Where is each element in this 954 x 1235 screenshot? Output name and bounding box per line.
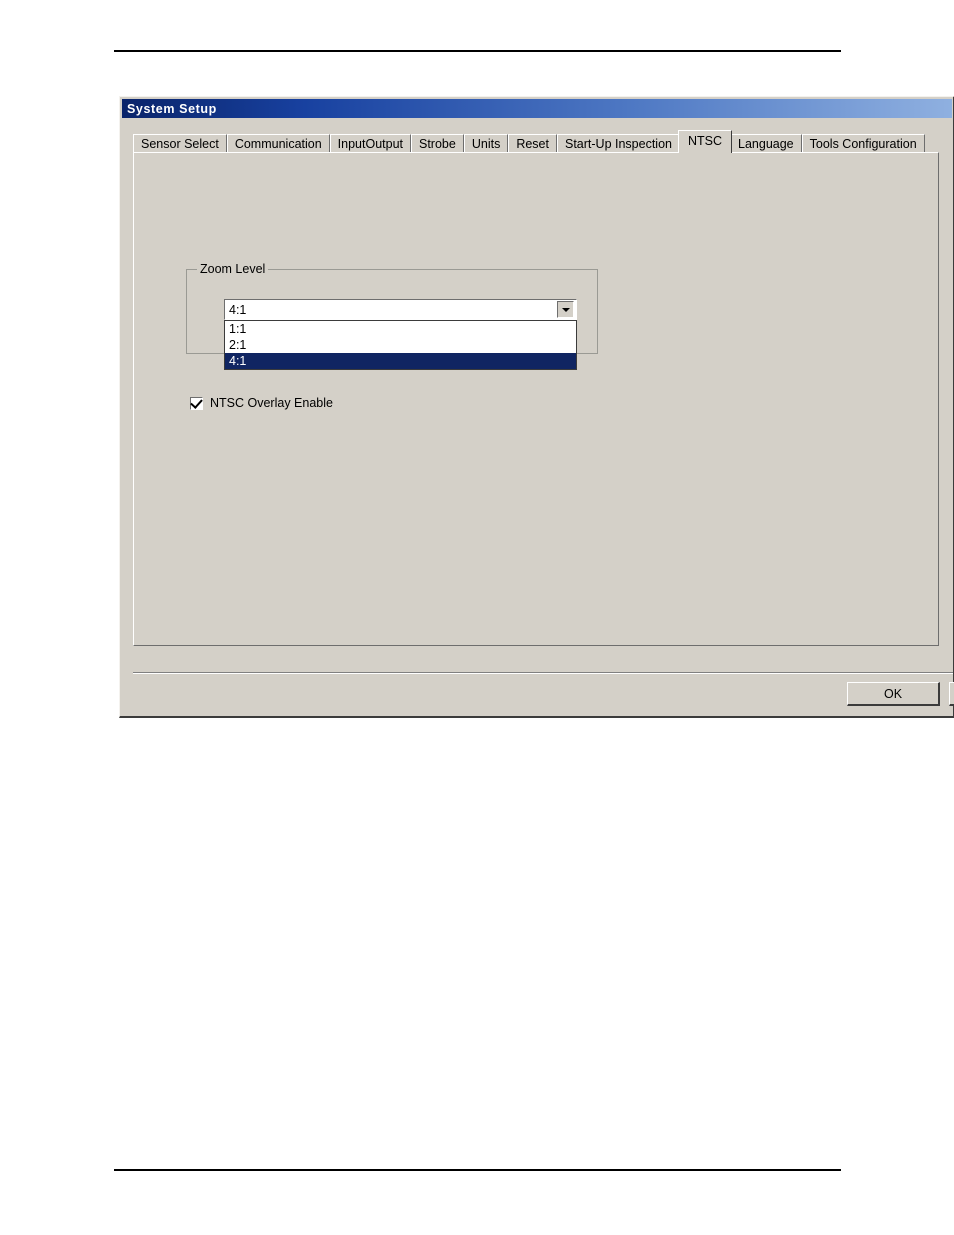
tab-reset[interactable]: Reset — [508, 134, 557, 153]
tab-label: Reset — [516, 137, 549, 151]
tab-strip: Sensor Select Communication InputOutput … — [133, 130, 953, 153]
tab-communication[interactable]: Communication — [226, 134, 330, 153]
ok-button[interactable]: OK — [847, 682, 940, 706]
zoom-level-selected-value: 4:1 — [229, 302, 247, 317]
ntsc-overlay-enable-label: NTSC Overlay Enable — [210, 396, 333, 410]
zoom-level-group-label: Zoom Level — [197, 262, 269, 276]
tab-label: Sensor Select — [141, 137, 219, 151]
dialog-titlebar[interactable]: System Setup — [122, 99, 952, 118]
tab-label: InputOutput — [337, 137, 403, 151]
tab-strobe[interactable]: Strobe — [411, 134, 464, 153]
tab-label: Units — [471, 137, 501, 151]
tab-label: NTSC — [687, 134, 723, 148]
tab-label: Start-Up Inspection — [564, 137, 672, 151]
tab-sensor-select[interactable]: Sensor Select — [133, 134, 227, 153]
zoom-level-dropdown-list[interactable]: 1:1 2:1 4:1 — [224, 320, 577, 370]
tab-inputoutput[interactable]: InputOutput — [329, 134, 411, 153]
dialog-footer-separator — [133, 672, 953, 674]
dropdown-option-4-1[interactable]: 4:1 — [225, 353, 576, 369]
dropdown-option-1-1[interactable]: 1:1 — [225, 321, 576, 337]
ntsc-tab-panel: Zoom Level 4:1 1:1 2:1 4:1 NTSC Overlay … — [133, 152, 939, 646]
checkmark-icon — [190, 395, 203, 409]
chevron-down-icon[interactable] — [557, 301, 574, 318]
dialog-title: System Setup — [127, 101, 217, 116]
tab-label: Strobe — [419, 137, 456, 151]
chevron-down-glyph — [561, 307, 570, 312]
tab-language[interactable]: Language — [730, 134, 802, 153]
tab-tools-configuration[interactable]: Tools Configuration — [801, 134, 925, 153]
tab-label: Language — [738, 137, 794, 151]
page-header-rule — [114, 50, 841, 52]
zoom-level-combobox[interactable]: 4:1 — [224, 299, 577, 320]
tab-label: Tools Configuration — [809, 137, 917, 151]
dropdown-option-2-1[interactable]: 2:1 — [225, 337, 576, 353]
tab-ntsc[interactable]: NTSC — [677, 130, 733, 153]
cancel-button[interactable]: Cancel — [949, 682, 954, 706]
ntsc-overlay-enable-row[interactable]: NTSC Overlay Enable — [190, 395, 333, 410]
page-footer-rule — [114, 1169, 841, 1171]
tab-label: Communication — [234, 137, 322, 151]
system-setup-dialog: System Setup Sensor Select Communication… — [119, 96, 954, 718]
ntsc-overlay-enable-checkbox[interactable] — [190, 395, 203, 410]
tab-units[interactable]: Units — [463, 134, 509, 153]
tab-startup-inspection[interactable]: Start-Up Inspection — [556, 134, 680, 153]
